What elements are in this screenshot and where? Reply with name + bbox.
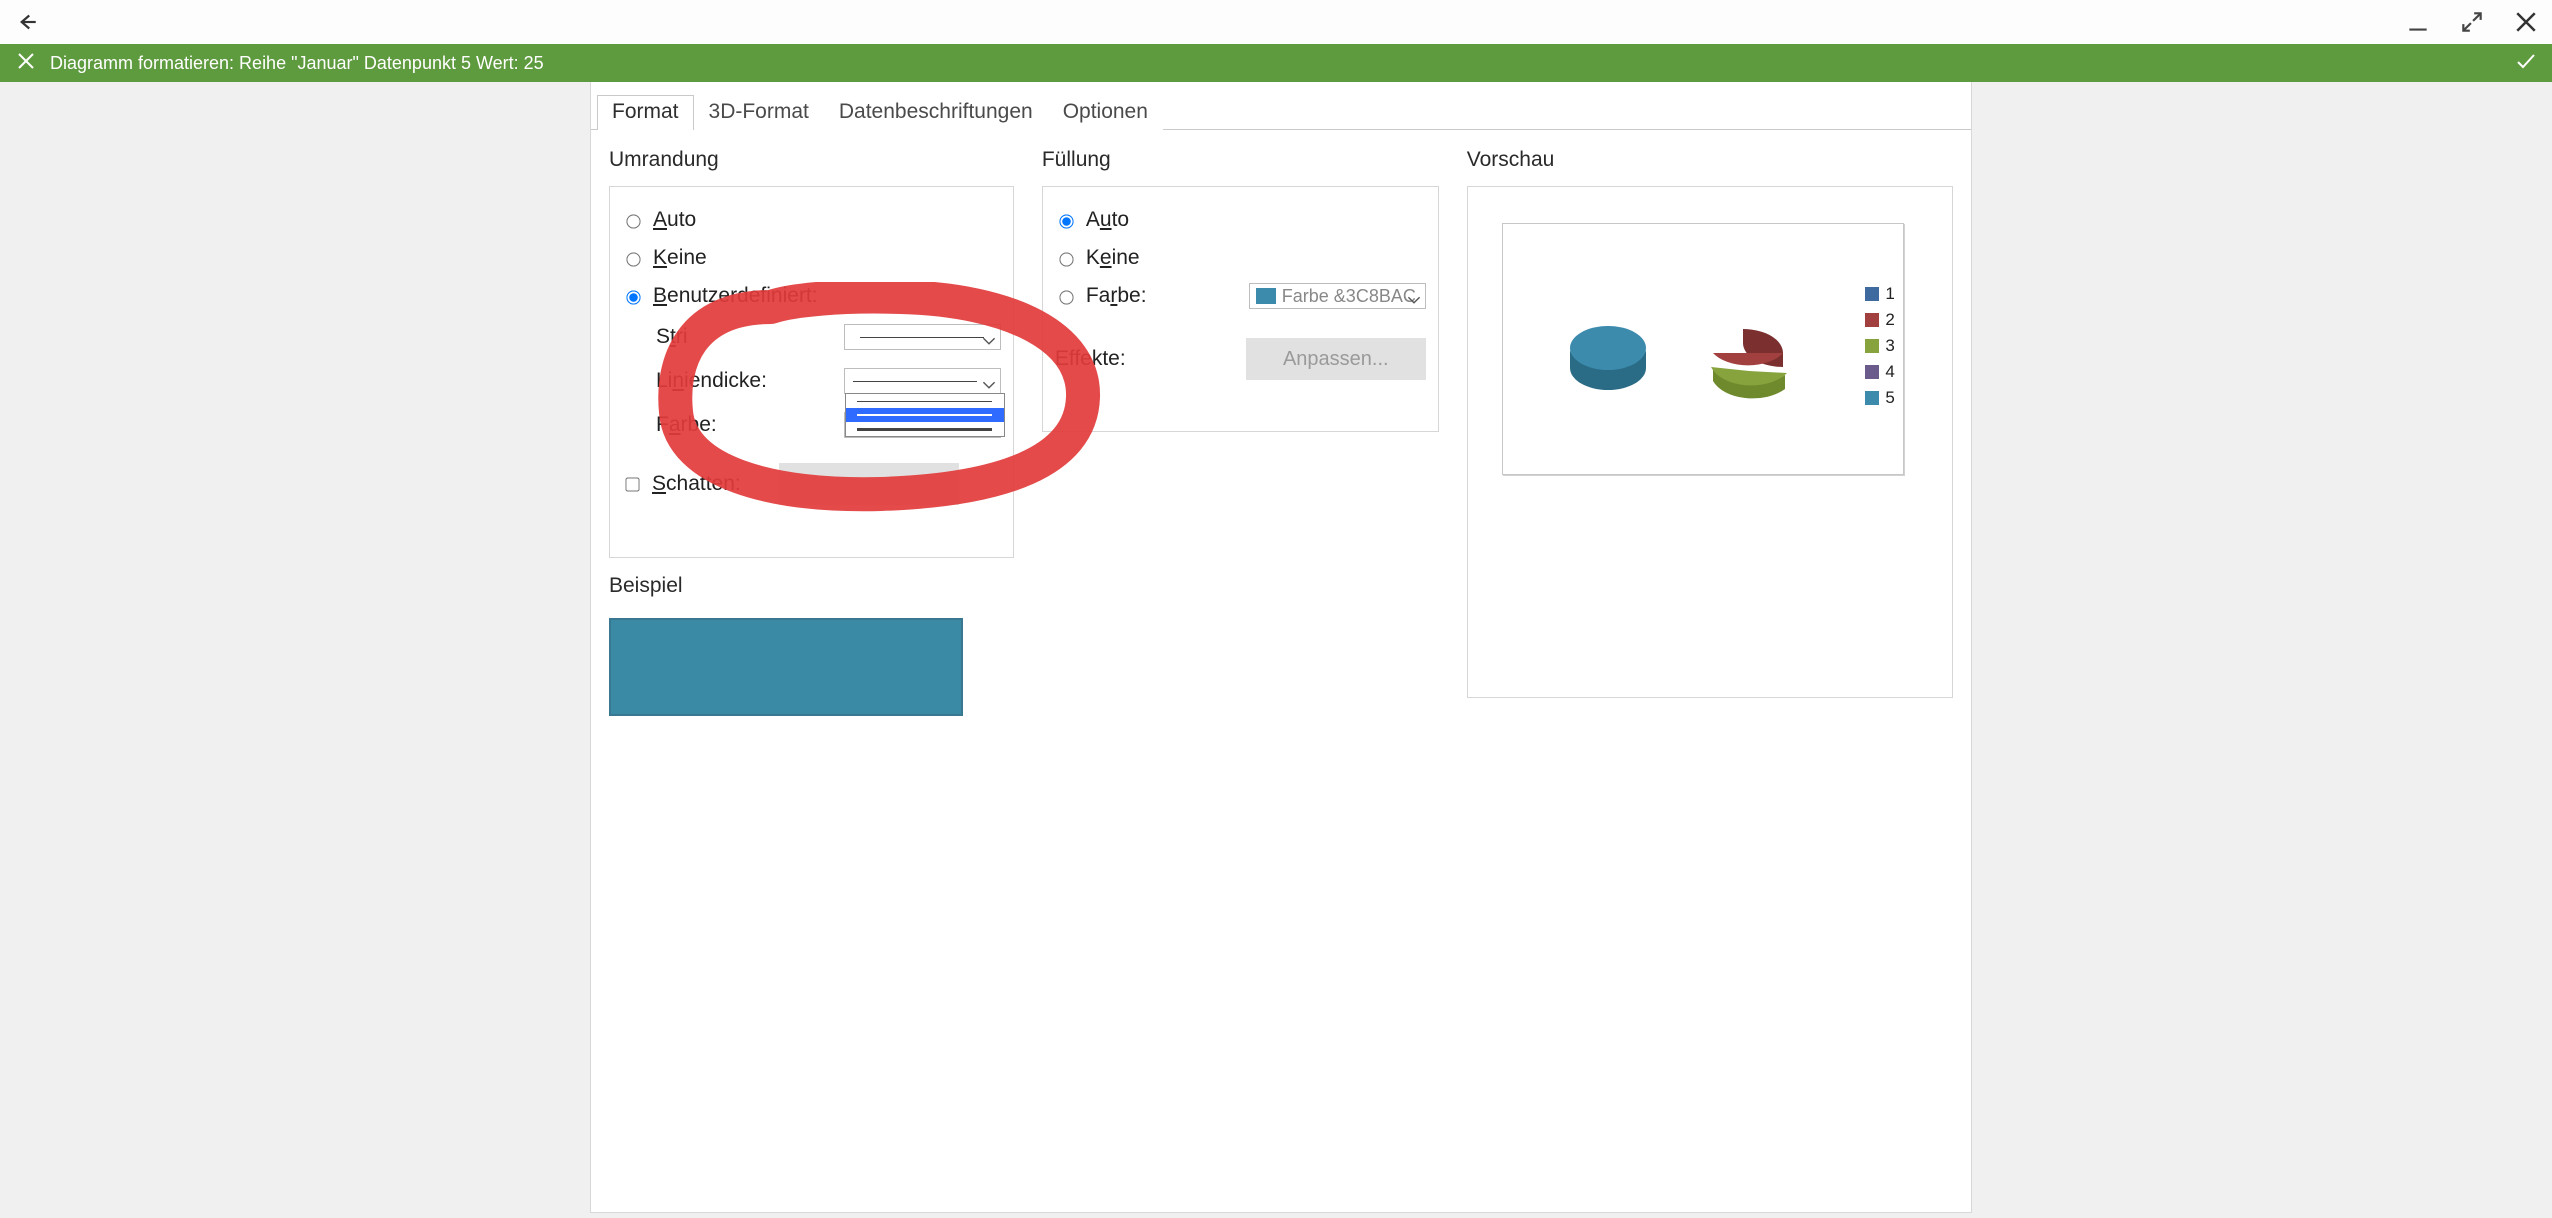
chevron-down-icon [982, 330, 996, 344]
fill-color-name: Farbe &3C8BAC [1282, 286, 1416, 307]
legend-item-1: 1 [1865, 284, 1894, 304]
outline-custom-radio[interactable] [626, 290, 640, 304]
outline-none-radio[interactable] [626, 252, 640, 266]
tab-data-labels[interactable]: Datenbeschriftungen [824, 95, 1048, 130]
legend-swatch [1865, 287, 1879, 301]
legend-label: 4 [1885, 362, 1894, 382]
restore-icon[interactable] [2454, 4, 2490, 40]
example-swatch [609, 618, 963, 716]
outline-color-label: Farbe: [656, 413, 806, 437]
outline-style-select[interactable] [844, 324, 1001, 350]
outline-width-select[interactable] [844, 368, 1001, 394]
minimize-icon[interactable] [2400, 4, 2436, 40]
legend-swatch [1865, 365, 1879, 379]
tab-strip: Format 3D-Format Datenbeschriftungen Opt… [591, 82, 1971, 130]
outline-custom-label: Benutzerdefiniert: [653, 284, 818, 308]
outline-group: Auto Keine Benutzerdefiniert: Stri [609, 186, 1014, 558]
outline-group-label: Umrandung [609, 148, 1014, 172]
tab-3d-format[interactable]: 3D-Format [694, 95, 824, 130]
legend-item-4: 4 [1865, 362, 1894, 382]
fill-color-label: Farbe: [1086, 284, 1147, 308]
dialog-title: Diagramm formatieren: Reihe "Januar" Dat… [50, 53, 544, 74]
outline-width-label: Liniendicke: [656, 369, 806, 393]
fill-color-select[interactable]: Farbe &3C8BAC [1249, 283, 1426, 309]
fill-none-label: Keine [1086, 246, 1140, 270]
fill-color-swatch [1256, 288, 1276, 304]
shadow-customize-button [779, 463, 959, 505]
outline-width-option-3[interactable] [846, 422, 1004, 436]
preview-group-label: Vorschau [1467, 148, 1953, 172]
preview-chart: 1 2 3 4 [1502, 223, 1904, 475]
dialog-header: Diagramm formatieren: Reihe "Januar" Dat… [0, 44, 2552, 82]
legend-label: 1 [1885, 284, 1894, 304]
outline-style-label: Stri [656, 325, 806, 349]
shadow-label: Schatten: [652, 472, 741, 496]
effects-label: Effekte: [1055, 347, 1126, 371]
close-window-icon[interactable] [2508, 4, 2544, 40]
fill-none-radio[interactable] [1059, 252, 1073, 266]
fill-auto-label: Auto [1086, 208, 1129, 232]
fill-color-radio[interactable] [1059, 290, 1073, 304]
outline-width-popup [845, 393, 1005, 437]
dialog-body: Format 3D-Format Datenbeschriftungen Opt… [590, 82, 1972, 1213]
legend-item-3: 3 [1865, 336, 1894, 356]
fill-auto-radio[interactable] [1059, 214, 1073, 228]
preview-legend: 1 2 3 4 [1865, 284, 1894, 408]
legend-swatch [1865, 391, 1879, 405]
shadow-checkbox[interactable] [625, 477, 639, 491]
confirm-icon[interactable] [2514, 49, 2538, 78]
legend-item-5: 5 [1865, 388, 1894, 408]
effects-button: Anpassen... [1246, 338, 1426, 380]
legend-label: 3 [1885, 336, 1894, 356]
outline-width-option-1[interactable] [846, 394, 1004, 408]
fill-group-label: Füllung [1042, 148, 1439, 172]
legend-swatch [1865, 313, 1879, 327]
window-top-bar [0, 0, 2552, 44]
chevron-down-icon [982, 374, 996, 388]
tab-options[interactable]: Optionen [1048, 95, 1163, 130]
example-group-label: Beispiel [609, 574, 1014, 598]
legend-label: 2 [1885, 310, 1894, 330]
chevron-down-icon [1407, 289, 1421, 303]
legend-swatch [1865, 339, 1879, 353]
cancel-icon[interactable] [14, 49, 38, 78]
legend-label: 5 [1885, 388, 1894, 408]
legend-item-2: 2 [1865, 310, 1894, 330]
back-icon[interactable] [8, 4, 44, 40]
preview-group: 1 2 3 4 [1467, 186, 1953, 698]
tab-format[interactable]: Format [597, 95, 694, 130]
outline-auto-radio[interactable] [626, 214, 640, 228]
outline-none-label: Keine [653, 246, 707, 270]
outline-width-option-2[interactable] [846, 408, 1004, 422]
outline-auto-label: Auto [653, 208, 696, 232]
fill-group: Auto Keine Farbe: Farbe &3C8BAC [1042, 186, 1439, 432]
